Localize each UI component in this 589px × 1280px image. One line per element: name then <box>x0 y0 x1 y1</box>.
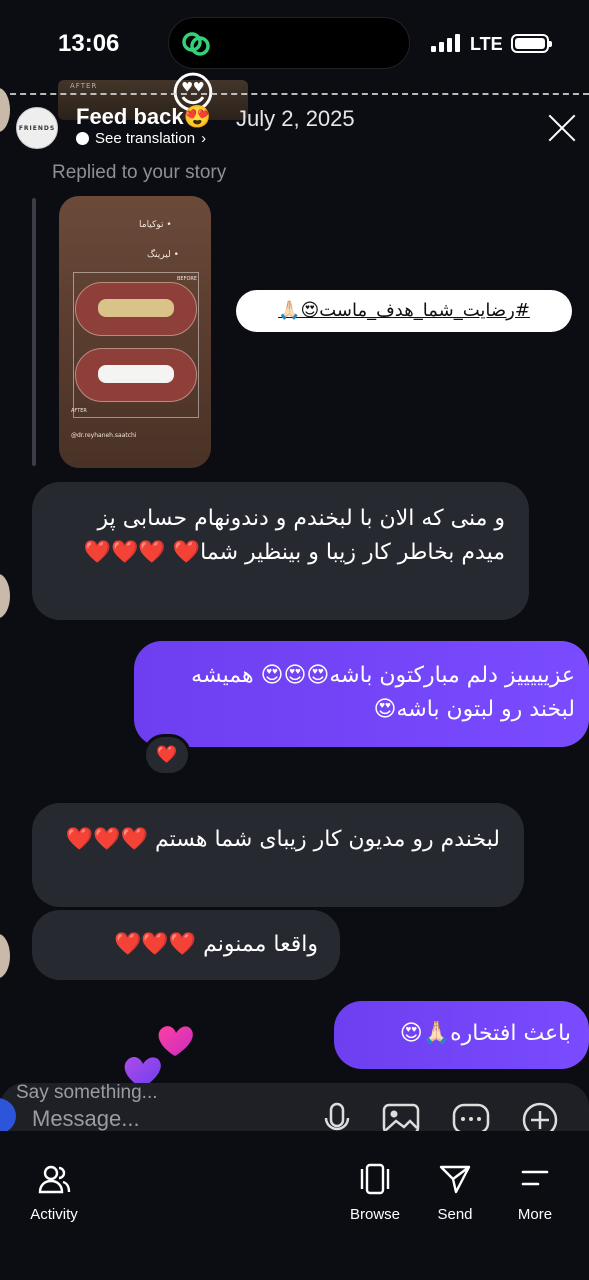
after-smile-image <box>75 348 197 402</box>
thumb-text-2: لیرینگ • <box>147 250 179 260</box>
add-icon[interactable] <box>521 1102 559 1132</box>
progress-divider <box>0 93 589 95</box>
message-input[interactable]: Message... <box>32 1106 140 1132</box>
menu-icon <box>521 1170 549 1186</box>
story-date: July 2, 2025 <box>236 106 355 131</box>
chevron-right-icon: › <box>201 130 207 147</box>
nav-browse-label: Browse <box>349 1206 401 1223</box>
say-something-label: Say something... <box>16 1082 158 1103</box>
before-smile-image <box>75 282 197 336</box>
sender-avatar <box>0 574 10 618</box>
status-bar: 13:06 LTE <box>0 0 589 88</box>
translate-icon <box>76 132 89 145</box>
thumb-before-label: BEFORE <box>177 276 198 282</box>
nav-activity[interactable]: Activity <box>24 1162 84 1223</box>
nav-more-label: More <box>517 1206 553 1223</box>
thumb-handle: @dr.reyhaneh.saatchi <box>71 432 137 439</box>
see-translation-link[interactable]: See translation › <box>76 130 206 147</box>
browse-icon <box>360 1163 390 1195</box>
message-bubble-incoming[interactable]: واقعا ممنونم ❤️❤️❤️ <box>32 910 340 980</box>
story-overlay-label: AFTER <box>70 82 98 90</box>
nav-send-label: Send <box>437 1206 473 1223</box>
send-icon <box>439 1165 471 1194</box>
image-icon[interactable] <box>382 1102 420 1132</box>
reply-indicator-bar <box>32 198 36 466</box>
sender-avatar <box>0 934 10 978</box>
message-bubble-outgoing[interactable]: باعث افتخاره🙏🏻😍 <box>334 1001 589 1069</box>
close-icon[interactable] <box>544 110 580 146</box>
nav-activity-label: Activity <box>30 1206 78 1223</box>
status-time: 13:06 <box>58 30 120 57</box>
heart-reaction[interactable]: ❤️ <box>143 734 191 776</box>
battery-icon <box>511 34 552 53</box>
message-bubble-incoming[interactable]: و منی که الان با لبخندم و دندونهام حسابی… <box>32 482 529 620</box>
bottom-navigation <box>0 1131 589 1280</box>
signal-icon <box>431 34 460 52</box>
avatar-text: FRIENDS <box>18 124 56 132</box>
people-icon <box>38 1165 71 1194</box>
nav-send[interactable]: Send <box>432 1162 478 1223</box>
thumb-after-label: AFTER <box>71 408 87 414</box>
message-bubble-outgoing[interactable]: عزیییییز دلم مبارکتون باشه😍😍😍 همیشه لبخن… <box>134 641 589 747</box>
sticker-icon[interactable] <box>452 1102 490 1132</box>
see-translation-label: See translation <box>95 130 196 147</box>
message-bubble-incoming[interactable]: لبخندم رو مدیون کار زیبای شما هستم ❤️❤️❤… <box>32 803 524 907</box>
thumb-text-1: توکیاما • <box>139 220 172 230</box>
nav-browse[interactable]: Browse <box>344 1162 406 1223</box>
nav-more[interactable]: More <box>512 1162 558 1223</box>
network-label: LTE <box>470 34 503 54</box>
avatar[interactable]: FRIENDS <box>16 107 58 149</box>
story-hashtag[interactable]: #رضایت_شما_هدف_ماست😍🙏🏻 <box>236 290 572 332</box>
title-emoji: 😍 <box>183 104 212 129</box>
reply-label: Replied to your story <box>52 162 227 183</box>
dynamic-island <box>168 17 410 69</box>
link-icon <box>182 32 210 56</box>
page-title: Feed back😍 <box>76 104 211 130</box>
story-thumbnail[interactable]: توکیاما • لیرینگ • BEFORE AFTER @dr.reyh… <box>59 196 211 468</box>
microphone-icon[interactable] <box>318 1102 356 1132</box>
title-text: Feed back <box>76 104 184 129</box>
